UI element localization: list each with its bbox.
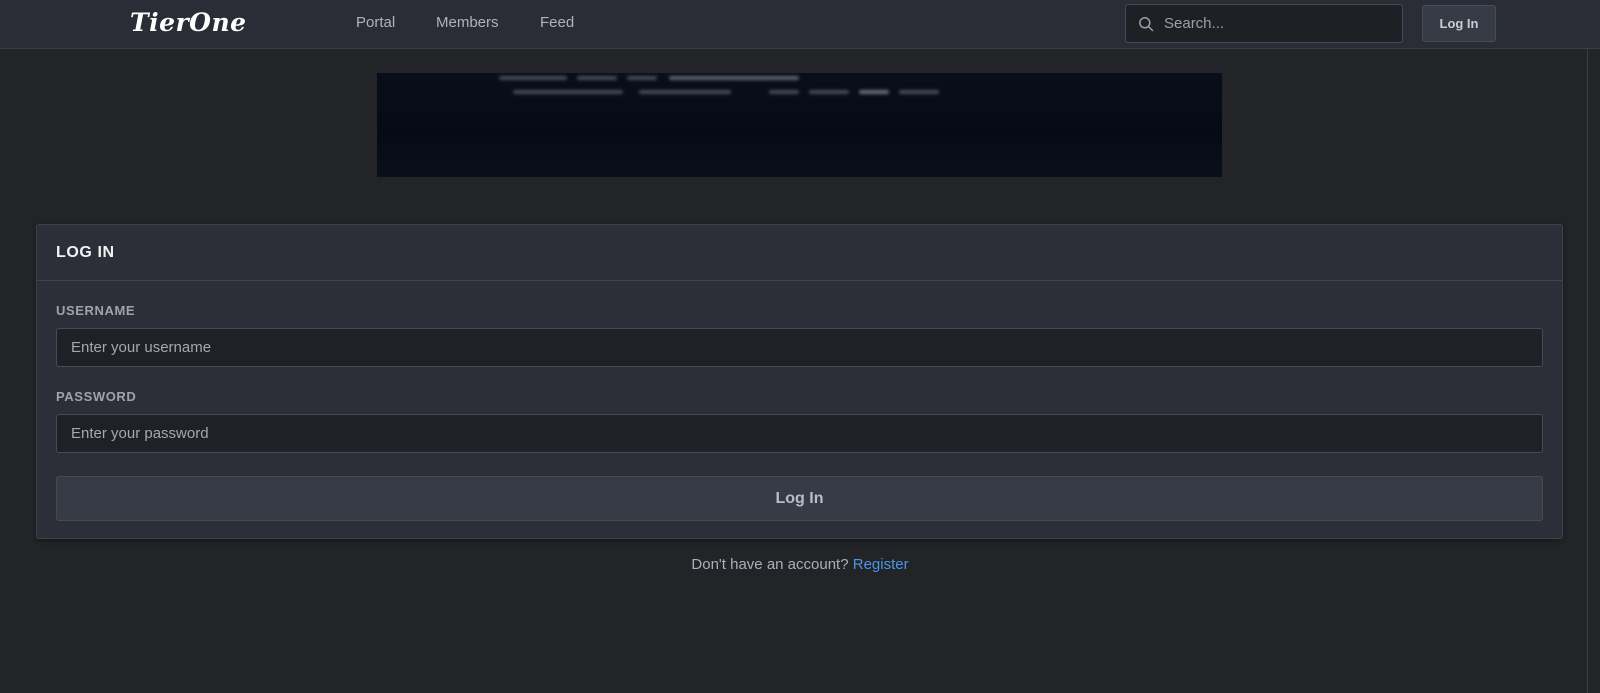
nav-link-members[interactable]: Members [436, 14, 499, 32]
register-prompt: Don't have an account? Register [0, 556, 1600, 574]
banner-image [377, 73, 1222, 177]
login-submit-button[interactable]: Log In [56, 476, 1543, 521]
nav-link-feed[interactable]: Feed [540, 14, 574, 32]
register-prompt-text: Don't have an account? [691, 556, 849, 573]
scrollbar-track[interactable] [1587, 49, 1588, 693]
nav-link-portal[interactable]: Portal [356, 14, 395, 32]
tierone-logo[interactable]: TierOne [128, 8, 278, 38]
search-box[interactable] [1125, 4, 1403, 43]
username-label: USERNAME [56, 303, 136, 318]
search-input[interactable] [1162, 5, 1398, 42]
login-panel: LOG IN USERNAME PASSWORD Log In [36, 224, 1563, 539]
password-input[interactable] [56, 414, 1543, 453]
login-title: LOG IN [56, 244, 115, 261]
login-panel-header: LOG IN [37, 225, 1562, 281]
password-label: PASSWORD [56, 389, 137, 404]
register-link[interactable]: Register [853, 556, 909, 573]
top-navigation-bar: TierOne Portal Members Feed Log In [0, 0, 1600, 49]
svg-text:TierOne: TierOne [130, 8, 247, 37]
username-input[interactable] [56, 328, 1543, 367]
header-login-button[interactable]: Log In [1422, 5, 1496, 42]
search-icon [1139, 17, 1154, 32]
